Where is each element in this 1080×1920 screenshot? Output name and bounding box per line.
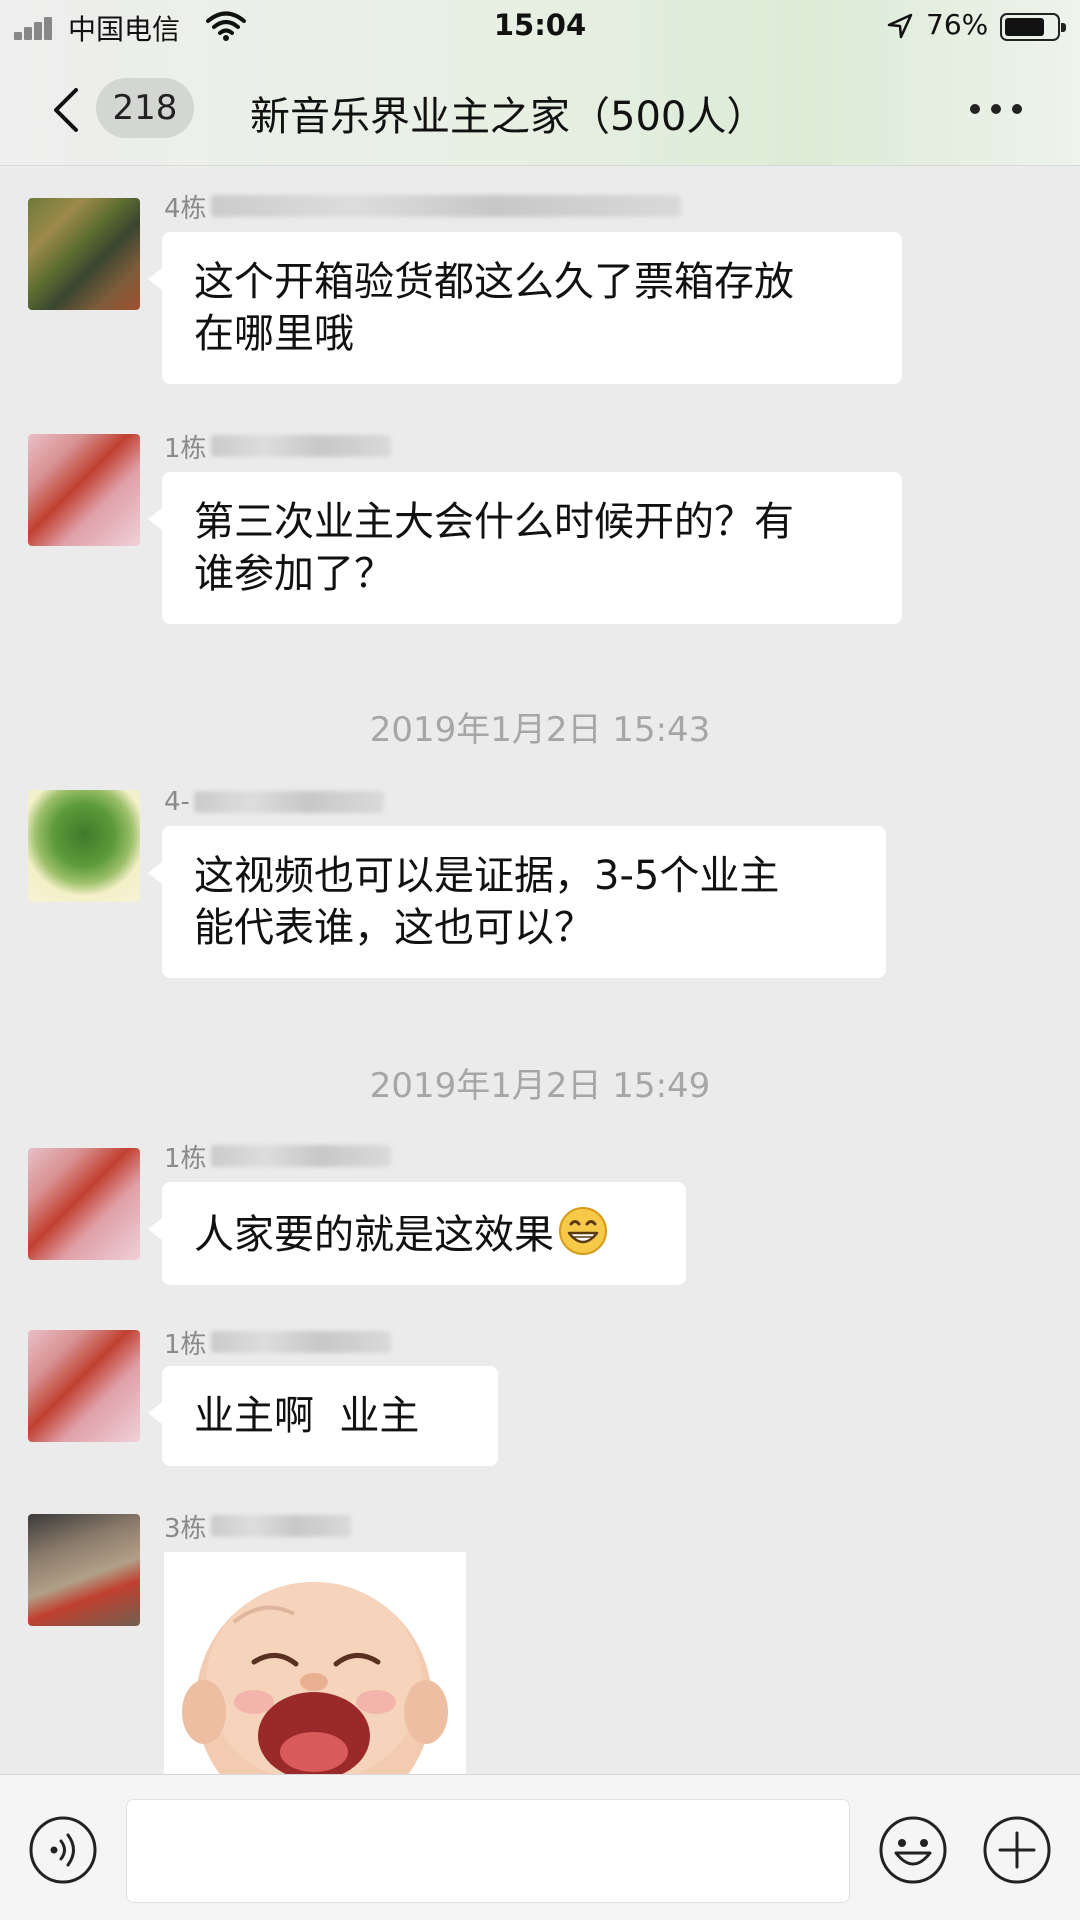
message-bubble[interactable]: 这个开箱验货都这么久了票箱存放 在哪里哦	[148, 232, 902, 384]
plus-icon[interactable]	[982, 1815, 1052, 1885]
more-dots-icon[interactable]	[968, 98, 1024, 118]
avatar[interactable]	[28, 434, 140, 546]
avatar[interactable]	[28, 1330, 140, 1442]
chat-input-bar	[0, 1774, 1080, 1920]
avatar[interactable]	[28, 1514, 140, 1626]
sender-name: 4-	[164, 786, 384, 818]
sender-name: 1栋	[164, 1140, 391, 1174]
battery-level	[1005, 18, 1044, 36]
battery-icon	[1000, 13, 1066, 41]
sender-name: 1栋	[164, 1326, 391, 1360]
sender-name: 1栋	[164, 430, 391, 464]
message-bubble[interactable]: 这视频也可以是证据，3-5个业主 能代表谁，这也可以？	[148, 826, 886, 978]
message-bubble[interactable]: 第三次业主大会什么时候开的？有 谁参加了？	[148, 472, 902, 624]
top-header-area: 中国电信 15:04 76% 218 新音乐界业主之家（500人）	[0, 0, 1080, 166]
voice-icon[interactable]	[28, 1815, 98, 1885]
chevron-left-icon[interactable]	[48, 86, 84, 134]
grinning-face-icon	[559, 1207, 607, 1255]
battery-percent: 76%	[926, 8, 989, 41]
sender-name: 3栋	[164, 1510, 351, 1544]
message-timestamp: 2019年1月2日 15:43	[369, 710, 711, 750]
chat-nav-bar: 218 新音乐界业主之家（500人）	[0, 54, 1080, 166]
status-bar: 中国电信 15:04 76%	[0, 0, 1080, 54]
avatar[interactable]	[28, 1148, 140, 1260]
avatar[interactable]	[28, 198, 140, 310]
location-arrow-icon	[887, 13, 913, 39]
message-bubble[interactable]: 人家要的就是这效果	[148, 1182, 686, 1285]
message-bubble[interactable]: 业主啊 业主	[148, 1366, 498, 1466]
sender-name: 4栋	[164, 190, 681, 224]
message-input[interactable]	[126, 1799, 850, 1903]
chat-title: 新音乐界业主之家（500人）	[250, 94, 767, 140]
laughing-baby-sticker[interactable]	[164, 1552, 466, 1774]
emoji-icon[interactable]	[878, 1815, 948, 1885]
avatar[interactable]	[28, 790, 140, 902]
message-timestamp: 2019年1月2日 15:49	[369, 1066, 711, 1106]
message-text: 人家要的就是这效果	[194, 1212, 554, 1258]
clock: 15:04	[493, 8, 587, 42]
unread-count-badge[interactable]: 218	[96, 78, 194, 138]
